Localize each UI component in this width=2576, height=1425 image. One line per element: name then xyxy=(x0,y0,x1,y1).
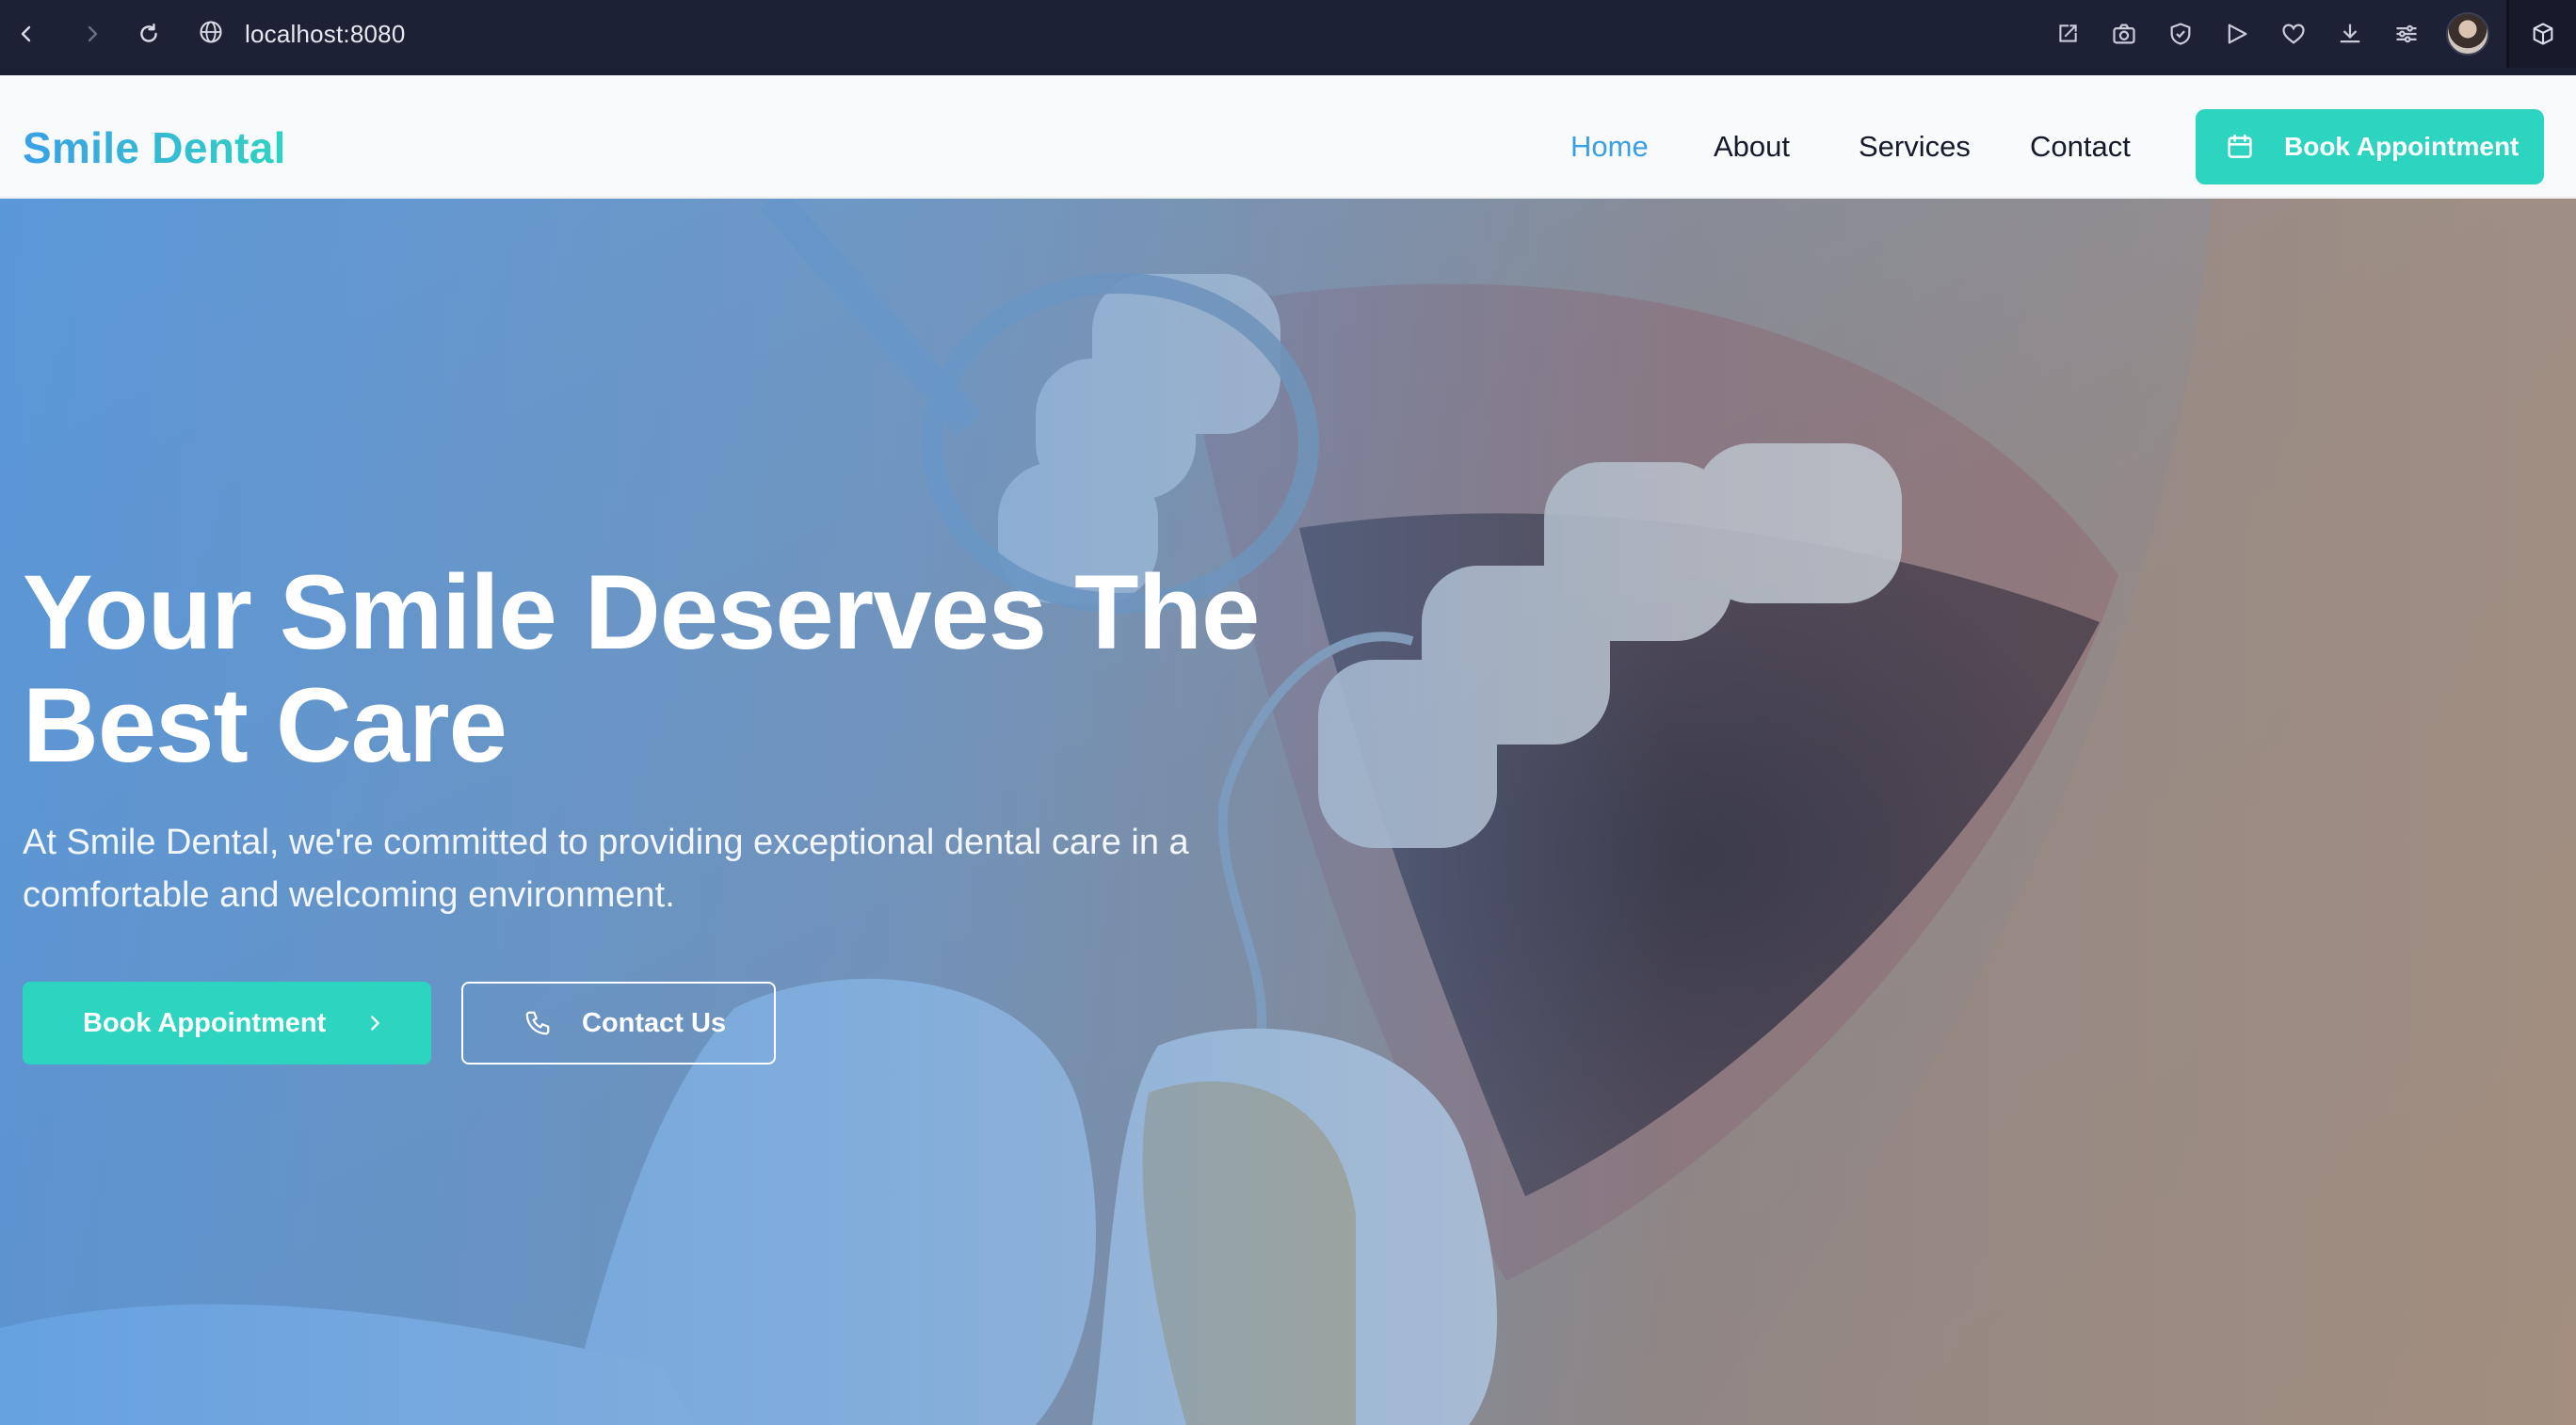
globe-icon xyxy=(198,19,224,50)
heart-icon[interactable] xyxy=(2273,13,2314,55)
hero-subtitle: At Smile Dental, we're committed to prov… xyxy=(23,823,1189,915)
hero-section: Your Smile Deserves The Best Care At Smi… xyxy=(0,199,2576,1425)
camera-icon[interactable] xyxy=(2103,13,2145,55)
settings-sliders-icon[interactable] xyxy=(2386,13,2427,55)
reload-icon[interactable] xyxy=(128,13,169,55)
nav-about[interactable]: About xyxy=(1714,130,1790,164)
edit-share-icon[interactable] xyxy=(2047,13,2088,55)
site-header: Smile Dental Home About Services Contact… xyxy=(0,75,2576,198)
address-bar[interactable]: localhost:8080 xyxy=(198,13,405,55)
calendar-icon xyxy=(2224,131,2256,163)
browser-window: localhost:8080 Smile Dental Home About S… xyxy=(0,0,2576,1425)
browser-toolbar: localhost:8080 xyxy=(0,0,2576,68)
chevron-right-icon xyxy=(363,1012,386,1034)
back-icon[interactable] xyxy=(6,13,47,55)
nav-home[interactable]: Home xyxy=(1570,130,1649,164)
url-text: localhost:8080 xyxy=(245,19,406,48)
hero-book-appointment-label: Book Appointment xyxy=(83,1007,327,1038)
site-logo[interactable]: Smile Dental xyxy=(23,122,286,173)
extensions-cube-icon[interactable] xyxy=(2506,0,2576,68)
hero-contact-us-button[interactable]: Contact Us xyxy=(461,982,776,1065)
download-icon[interactable] xyxy=(2329,13,2371,55)
hero-contact-us-label: Contact Us xyxy=(582,1007,727,1038)
header-book-appointment-button[interactable]: Book Appointment xyxy=(2196,109,2544,184)
phone-icon xyxy=(522,1007,554,1039)
hero-title: Your Smile Deserves The Best Care xyxy=(23,553,1260,784)
header-cta-label: Book Appointment xyxy=(2284,132,2520,161)
nav-contact[interactable]: Contact xyxy=(2030,130,2131,164)
hero-book-appointment-button[interactable]: Book Appointment xyxy=(23,982,431,1065)
shield-icon[interactable] xyxy=(2160,13,2201,55)
nav-services[interactable]: Services xyxy=(1859,130,1971,164)
avatar[interactable] xyxy=(2446,12,2489,56)
page-viewport: Smile Dental Home About Services Contact… xyxy=(0,75,2576,1425)
send-icon[interactable] xyxy=(2216,13,2258,55)
forward-icon[interactable] xyxy=(72,13,113,55)
hero-overlay xyxy=(0,199,2576,1425)
